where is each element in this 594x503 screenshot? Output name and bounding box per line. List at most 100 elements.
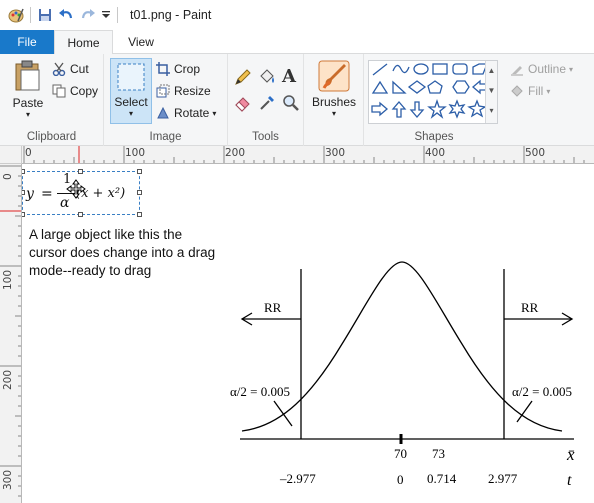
resize-handle-ne[interactable]: [137, 169, 142, 174]
resize-handle-s[interactable]: [78, 212, 83, 217]
alpha-pointer-right: [516, 400, 533, 423]
ruler-label: 200: [225, 147, 246, 159]
fill-icon: [511, 85, 523, 97]
tools-group: A Tools: [228, 54, 304, 146]
crop-icon: [156, 62, 170, 76]
brushes-button[interactable]: Brushes ▾: [310, 58, 358, 126]
resize-icon: [156, 84, 170, 98]
ruler-label: 0: [2, 173, 14, 180]
drawing-canvas[interactable]: RR RR α/2 = 0.005 α/2 = 0.005 70 73 x̄ –…: [22, 164, 594, 503]
ruler-label: 100: [2, 269, 14, 290]
resize-handle-nw[interactable]: [22, 169, 25, 174]
tab-view[interactable]: View: [113, 30, 169, 54]
window-title: t01.png - Paint: [130, 8, 212, 22]
rotate-button[interactable]: Rotate ▾: [156, 106, 216, 120]
resize-label: Resize: [174, 84, 211, 98]
alpha-left-label: α/2 = 0.005: [230, 384, 290, 399]
selection-box[interactable]: y = 1 α (x + x²): [22, 169, 142, 217]
resize-handle-se[interactable]: [137, 212, 142, 217]
cut-label: Cut: [70, 62, 89, 76]
chevron-down-icon: ▾: [128, 109, 133, 118]
resize-handle-w[interactable]: [22, 190, 25, 195]
clipboard-group-label: Clipboard: [26, 131, 77, 143]
select-rect-icon: [117, 63, 145, 91]
fill-label: Fill: [528, 84, 544, 98]
chevron-down-icon: ▾: [25, 110, 30, 119]
ribbon-tabs: File Home View: [0, 30, 594, 55]
resize-handle-n[interactable]: [78, 169, 83, 174]
resize-handle-e[interactable]: [137, 190, 142, 195]
magnifier-icon[interactable]: [282, 94, 300, 112]
horizontal-ruler-ticks: [23, 146, 585, 163]
t-tick-0714: 0.714: [427, 471, 457, 486]
scissors-icon: [52, 62, 66, 76]
normal-curve: [241, 261, 563, 432]
copy-icon: [52, 84, 66, 98]
xbar-symbol: x̄: [566, 445, 575, 464]
outline-icon: [511, 66, 523, 76]
t-tick-neg: –2.977: [279, 471, 316, 486]
crop-button[interactable]: Crop: [156, 62, 200, 76]
fill-button[interactable]: Fill ▾: [510, 84, 550, 98]
chevron-down-icon: ▾: [569, 64, 574, 74]
alpha-pointer-left: [273, 400, 293, 427]
xbar-tick-73: 73: [432, 446, 445, 461]
tab-home[interactable]: Home: [54, 30, 113, 55]
save-icon[interactable]: [35, 4, 55, 26]
chevron-down-icon: ▾: [546, 86, 551, 96]
eraser-icon[interactable]: [234, 94, 252, 112]
redo-icon[interactable]: [77, 4, 99, 26]
t-symbol: t: [567, 472, 572, 489]
chevron-down-icon: ▾: [331, 109, 336, 118]
copy-label: Copy: [70, 84, 99, 98]
rr-right-label: RR: [521, 300, 539, 315]
ruler-label: 200: [2, 369, 14, 390]
formula-image[interactable]: y = 1 α (x + x²): [25, 172, 139, 214]
ruler-label: 100: [125, 147, 146, 159]
select-button[interactable]: Select ▾: [110, 58, 152, 124]
resize-handle-sw[interactable]: [22, 212, 25, 217]
select-label: Select: [114, 95, 148, 109]
paste-label: Paste: [12, 96, 44, 110]
t-tick-pos: 2.977: [488, 471, 518, 486]
image-group: Select ▾ Crop Resize Rotate ▾ Image: [104, 54, 228, 146]
shapes-gallery[interactable]: ▲ ▼ ▾: [368, 60, 498, 124]
horizontal-ruler: 0 100 200 300 400 500: [22, 146, 594, 164]
ribbon: Paste ▾ Cut Copy Clipboard Select ▾ Crop…: [0, 54, 594, 146]
ruler-label: 300: [2, 469, 14, 490]
toolbar-divider: [117, 7, 118, 23]
tab-file[interactable]: File: [0, 30, 54, 54]
xbar-tick-70: 70: [394, 446, 407, 461]
outline-button[interactable]: Outline ▾: [510, 62, 573, 76]
crop-label: Crop: [174, 62, 201, 76]
undo-icon[interactable]: [55, 4, 77, 26]
toolbar-divider: [30, 7, 31, 23]
t-tick-zero: 0: [397, 472, 404, 487]
gallery-scroll-icon[interactable]: ▲ ▼ ▾: [485, 61, 497, 123]
move-cursor-icon: [66, 179, 86, 199]
pencil-icon[interactable]: [234, 68, 252, 86]
alpha-right-label: α/2 = 0.005: [512, 384, 572, 399]
ruler-label: 400: [425, 147, 446, 159]
rotate-icon: [157, 106, 169, 119]
ruler-label: 300: [325, 147, 346, 159]
brushes-label: Brushes: [311, 95, 357, 109]
fill-bucket-icon[interactable]: [258, 68, 276, 86]
text-tool-icon[interactable]: A: [282, 66, 296, 87]
tools-group-label: Tools: [252, 131, 279, 143]
color-picker-icon[interactable]: [258, 94, 276, 112]
paint-app-icon[interactable]: [6, 4, 26, 26]
shapes-group-label: Shapes: [414, 131, 454, 143]
paste-button[interactable]: Paste ▾: [8, 60, 48, 128]
shapes-group: ▲ ▼ ▾ Outline ▾ Fill ▾ Shapes: [364, 54, 594, 146]
copy-button[interactable]: Copy: [52, 84, 98, 98]
customize-toolbar-icon[interactable]: [99, 4, 113, 26]
outline-label: Outline: [528, 62, 567, 76]
cut-button[interactable]: Cut: [52, 62, 89, 76]
ruler-corner: [0, 146, 22, 164]
image-group-label: Image: [149, 131, 182, 143]
resize-button[interactable]: Resize: [156, 84, 211, 98]
vertical-ruler-ticks: [0, 165, 21, 497]
title-bar: t01.png - Paint: [0, 0, 594, 30]
brushes-group: Brushes ▾: [304, 54, 364, 146]
